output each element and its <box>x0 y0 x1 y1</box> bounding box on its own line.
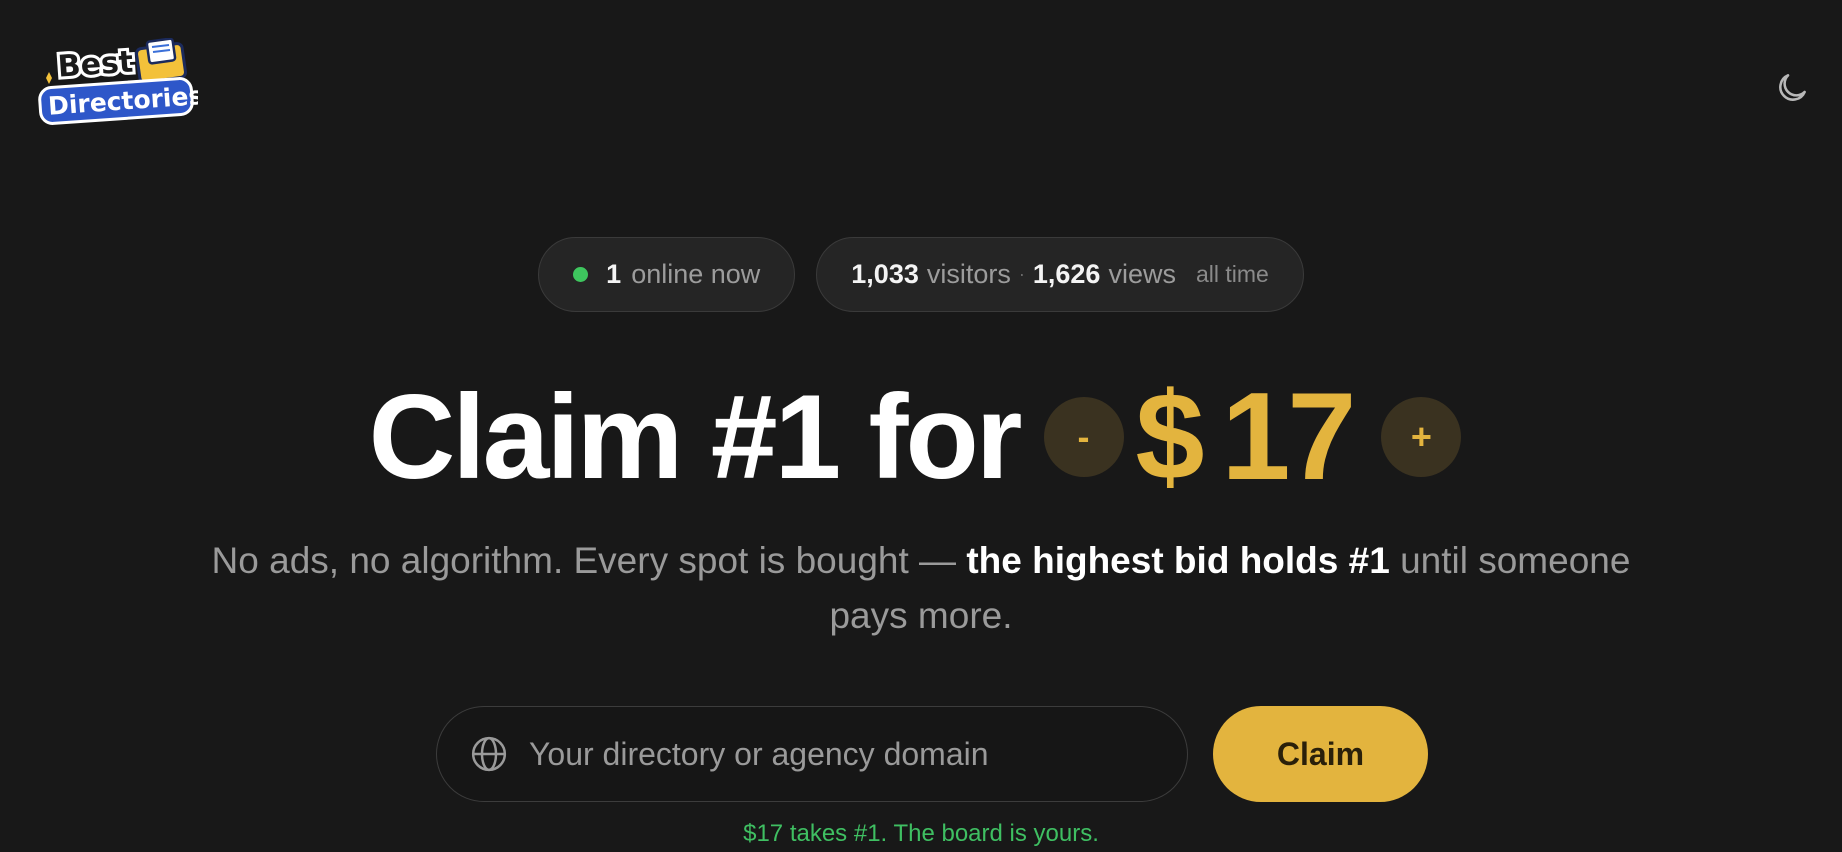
increase-price-button[interactable]: + <box>1381 397 1462 477</box>
visitors-label: visitors <box>926 259 1011 289</box>
views-count: 1,626 <box>1032 259 1101 289</box>
online-status-dot <box>573 267 589 282</box>
price-value: 17 <box>1221 368 1356 506</box>
online-label: online now <box>631 259 761 289</box>
visitors-count: 1,033 <box>851 259 919 289</box>
stats-separator: · <box>1018 264 1025 284</box>
header: Best Directories <box>0 0 1842 170</box>
traffic-stats-pill: 1,033 visitors · 1,626 views all time <box>816 237 1304 312</box>
currency-symbol: $ <box>1135 368 1205 506</box>
decrease-price-button[interactable]: - <box>1043 397 1124 477</box>
claim-hint: $17 takes #1. The board is yours. <box>743 820 1099 847</box>
subtitle-emphasis: the highest bid holds #1 <box>966 540 1390 581</box>
price-display: $ 17 <box>1135 366 1357 508</box>
online-count: 1 <box>606 259 622 289</box>
views-label: views <box>1108 259 1176 289</box>
claim-form: Claim <box>436 706 1428 802</box>
globe-icon <box>471 736 507 772</box>
best-directories-logo[interactable]: Best Directories <box>38 37 204 128</box>
theme-toggle-button[interactable] <box>1770 66 1814 110</box>
logo-text-best: Best <box>57 45 135 85</box>
claim-button[interactable]: Claim <box>1213 706 1428 802</box>
domain-input-wrapper <box>436 706 1188 802</box>
subtitle-text: No ads, no algorithm. Every spot is boug… <box>211 540 967 581</box>
online-now-pill: 1 online now <box>538 237 796 312</box>
stats-bar: 1 online now 1,033 visitors · 1,626 view… <box>0 237 1842 312</box>
headline-text: Claim #1 for <box>368 370 1023 504</box>
logo-graphic: Best Directories <box>38 37 204 125</box>
moon-icon <box>1779 74 1806 101</box>
hero-headline: Claim #1 for - $ 17 + <box>0 368 1842 506</box>
domain-input[interactable] <box>527 734 1187 774</box>
stats-period: all time <box>1195 261 1269 287</box>
hero-subtitle: No ads, no algorithm. Every spot is boug… <box>190 533 1652 643</box>
